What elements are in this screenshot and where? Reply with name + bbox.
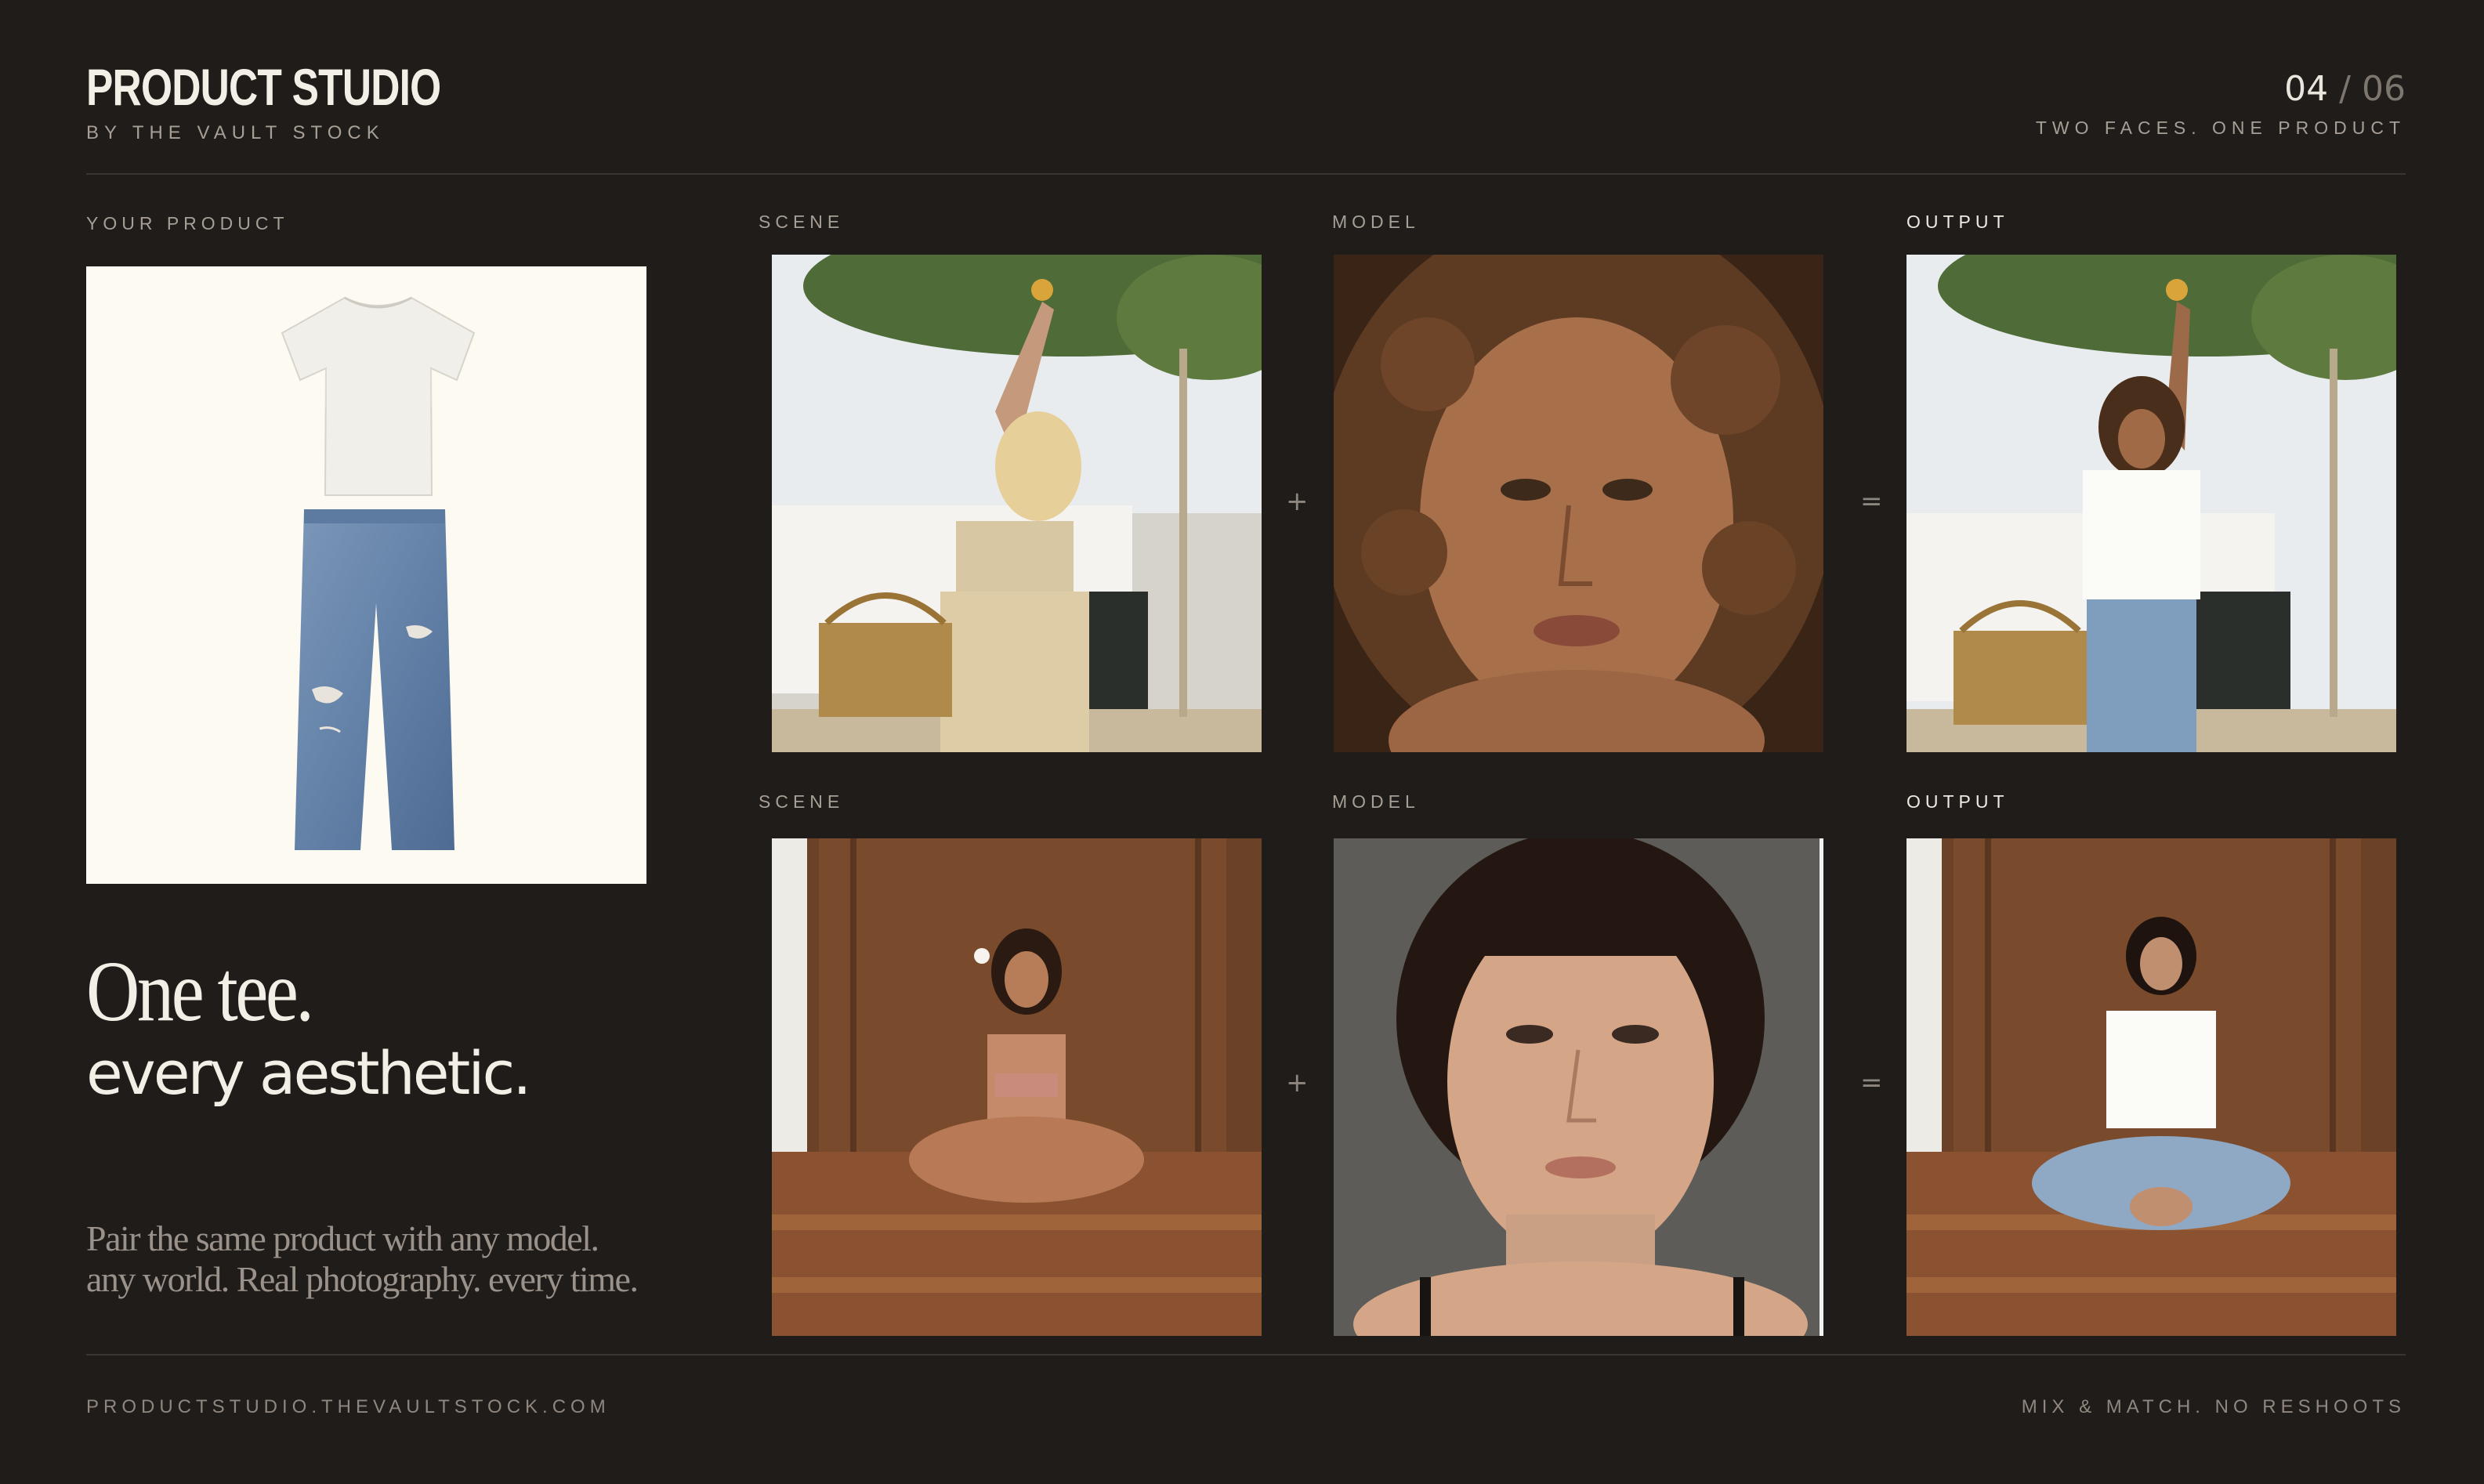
website-link[interactable]: PRODUCTSTUDIO.THEVAULTSTOCK.COM bbox=[86, 1396, 610, 1418]
brand-title: PRODUCT STUDIO bbox=[86, 58, 441, 116]
plus-sign: + bbox=[1286, 486, 1309, 517]
page-separator: / bbox=[2339, 69, 2351, 109]
header-divider bbox=[86, 173, 2406, 175]
slide: PRODUCT STUDIO BY THE VAULT STOCK 04 / 0… bbox=[0, 0, 2484, 1484]
row2-model-label: MODEL bbox=[1332, 791, 1420, 812]
ripped-jeans-icon bbox=[288, 509, 461, 854]
product-label: YOUR PRODUCT bbox=[86, 213, 289, 233]
equals-sign: = bbox=[1860, 486, 1883, 517]
row1-model-label: MODEL bbox=[1332, 212, 1420, 232]
row2-model-photo bbox=[1334, 838, 1823, 1336]
row1-scene-label: SCENE bbox=[759, 212, 845, 232]
plus-sign: + bbox=[1286, 1067, 1309, 1099]
page-current: 04 bbox=[2284, 69, 2329, 109]
row1-output-label: OUTPUT bbox=[1906, 212, 2009, 232]
page-total: 06 bbox=[2362, 69, 2406, 109]
page-counter: 04 / 06 bbox=[2036, 72, 2406, 107]
row2-scene-label: SCENE bbox=[759, 791, 845, 812]
white-tshirt-icon bbox=[278, 290, 478, 501]
row2-scene-photo bbox=[772, 838, 1262, 1336]
row1-scene-photo bbox=[772, 255, 1262, 752]
footer-divider bbox=[86, 1354, 2406, 1356]
brand-subtitle: BY THE VAULT STOCK bbox=[86, 122, 385, 143]
headline-line-1: One tee. bbox=[86, 943, 314, 1039]
headline-line-2: every aesthetic. bbox=[86, 1038, 531, 1108]
row1-model-photo bbox=[1334, 255, 1823, 752]
row2-output-photo bbox=[1906, 838, 2396, 1336]
equals-sign: = bbox=[1860, 1067, 1883, 1099]
footer-tagline: MIX & MATCH. NO RESHOOTS bbox=[2021, 1396, 2406, 1417]
slide-tagline: TWO FACES. ONE PRODUCT bbox=[2035, 118, 2406, 138]
row1-output-photo bbox=[1906, 255, 2396, 752]
description: Pair the same product with any model. an… bbox=[86, 1218, 639, 1300]
row2-output-label: OUTPUT bbox=[1906, 791, 2009, 812]
brand: PRODUCT STUDIO BY THE VAULT STOCK bbox=[86, 61, 541, 144]
product-card bbox=[86, 266, 646, 884]
slide-pager: 04 / 06 TWO FACES. ONE PRODUCT bbox=[2036, 72, 2406, 139]
